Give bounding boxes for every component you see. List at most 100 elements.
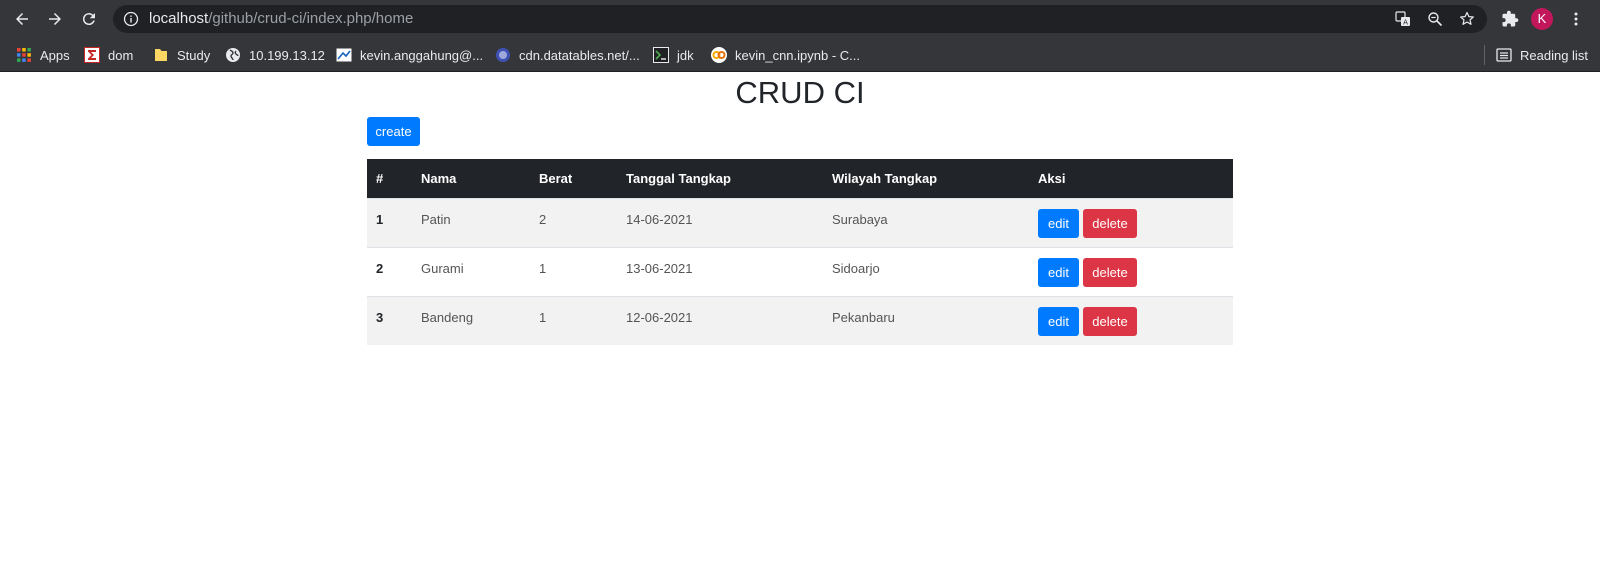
nama-value: Patin bbox=[421, 211, 451, 227]
actions-cell: edit delete bbox=[1029, 197, 1233, 247]
reload-button[interactable] bbox=[75, 5, 103, 33]
berat-value: 1 bbox=[539, 260, 547, 276]
terminal-icon bbox=[653, 47, 669, 63]
svg-text:A: A bbox=[1403, 19, 1408, 27]
bookmark-label: kevin.anggahung@... bbox=[360, 47, 484, 63]
table-row: 3 Bandeng 1 12-06-2021 Pekanbaru edit de… bbox=[367, 295, 1233, 345]
bookmarks-bar: Apps dom Study 10.199.13.12 kevin.anggah… bbox=[0, 38, 1600, 72]
row-number: 2 bbox=[376, 260, 384, 276]
globe-icon bbox=[226, 48, 240, 62]
row-number-cell: 3 bbox=[367, 295, 412, 345]
bookmark-datatables[interactable]: cdn.datatables.net/... bbox=[495, 44, 640, 66]
column-header-number: # bbox=[367, 159, 412, 198]
bookmark-mail[interactable]: kevin.anggahung@... bbox=[336, 44, 483, 66]
bookmark-label: Apps bbox=[40, 47, 70, 63]
tanggal-value: 13-06-2021 bbox=[626, 260, 693, 276]
table-row: 1 Patin 2 14-06-2021 Surabaya edit delet… bbox=[367, 197, 1233, 247]
menu-button[interactable] bbox=[1564, 7, 1588, 31]
nama-value: Gurami bbox=[421, 260, 464, 276]
bookmark-apps[interactable]: Apps bbox=[16, 44, 70, 66]
tanggal-value: 12-06-2021 bbox=[626, 309, 693, 325]
wilayah-cell: Pekanbaru bbox=[823, 295, 1029, 345]
zoom-icon[interactable] bbox=[1427, 11, 1443, 27]
column-header-wilayah-tangkap: Wilayah Tangkap bbox=[823, 159, 1029, 198]
actions-cell: edit delete bbox=[1029, 246, 1233, 296]
berat-value: 1 bbox=[539, 309, 547, 325]
berat-value: 2 bbox=[539, 211, 547, 227]
row-number: 3 bbox=[376, 309, 384, 325]
bookmark-label: kevin_cnn.ipynb - C... bbox=[735, 47, 861, 63]
data-table: # Nama Berat Tanggal Tangkap Wilayah Tan… bbox=[367, 159, 1233, 345]
url-host: localhost bbox=[149, 10, 209, 27]
tanggal-cell: 14-06-2021 bbox=[617, 197, 823, 247]
apps-grid-icon bbox=[17, 48, 31, 62]
table-header-row: # Nama Berat Tanggal Tangkap Wilayah Tan… bbox=[367, 159, 1233, 198]
bookmark-dom[interactable]: dom bbox=[84, 44, 133, 66]
bookmark-study[interactable]: Study bbox=[153, 44, 210, 66]
berat-cell: 1 bbox=[530, 295, 617, 345]
datatables-icon bbox=[496, 48, 510, 62]
edit-button[interactable]: edit bbox=[1038, 306, 1079, 336]
nama-value: Bandeng bbox=[421, 309, 474, 325]
wilayah-value: Surabaya bbox=[832, 211, 888, 227]
column-header-tanggal-tangkap: Tanggal Tangkap bbox=[617, 159, 823, 198]
bookmark-label: cdn.datatables.net/... bbox=[519, 47, 640, 63]
wilayah-cell: Surabaya bbox=[823, 197, 1029, 247]
table-row: 2 Gurami 1 13-06-2021 Sidoarjo edit dele… bbox=[367, 246, 1233, 296]
reload-icon bbox=[82, 13, 95, 26]
delete-button[interactable]: delete bbox=[1083, 257, 1137, 287]
sigma-icon bbox=[84, 47, 100, 63]
colab-icon bbox=[711, 47, 727, 63]
edit-button[interactable]: edit bbox=[1038, 208, 1079, 238]
reading-list-button[interactable]: Reading list bbox=[1496, 44, 1588, 66]
reading-list-icon bbox=[1496, 48, 1512, 62]
browser-toolbar: localhost/github/crud-ci/index.php/home … bbox=[0, 0, 1600, 38]
bookmark-label: dom bbox=[108, 47, 134, 63]
column-header-nama: Nama bbox=[412, 159, 530, 198]
bookmarks-divider bbox=[1484, 45, 1485, 65]
row-number-cell: 1 bbox=[367, 197, 412, 247]
more-vert-icon bbox=[1574, 12, 1578, 26]
bookmark-label: jdk bbox=[677, 47, 694, 63]
row-number: 1 bbox=[376, 211, 384, 227]
forward-button[interactable] bbox=[41, 5, 69, 33]
bookmark-ip[interactable]: 10.199.13.12 bbox=[225, 44, 325, 66]
arrow-right-icon bbox=[49, 13, 61, 25]
delete-button[interactable]: delete bbox=[1083, 306, 1137, 336]
berat-cell: 1 bbox=[530, 246, 617, 296]
tanggal-cell: 13-06-2021 bbox=[617, 246, 823, 296]
reading-list-label: Reading list bbox=[1520, 47, 1588, 63]
back-button[interactable] bbox=[8, 5, 36, 33]
column-header-aksi: Aksi bbox=[1029, 159, 1233, 198]
arrow-left-icon bbox=[16, 13, 28, 25]
wilayah-cell: Sidoarjo bbox=[823, 246, 1029, 296]
wilayah-value: Sidoarjo bbox=[832, 260, 880, 276]
url-text[interactable]: localhost/github/crud-ci/index.php/home bbox=[149, 10, 413, 28]
nama-cell: Patin bbox=[412, 197, 530, 247]
translate-icon[interactable]: A bbox=[1395, 11, 1411, 27]
browser-chrome: localhost/github/crud-ci/index.php/home … bbox=[0, 0, 1600, 72]
extensions-button[interactable] bbox=[1498, 7, 1522, 31]
profile-avatar[interactable]: K bbox=[1531, 8, 1553, 30]
nama-cell: Gurami bbox=[412, 246, 530, 296]
tanggal-cell: 12-06-2021 bbox=[617, 295, 823, 345]
nama-cell: Bandeng bbox=[412, 295, 530, 345]
column-header-berat: Berat bbox=[530, 159, 617, 198]
wilayah-value: Pekanbaru bbox=[832, 309, 895, 325]
puzzle-icon bbox=[1502, 10, 1519, 27]
mail-icon bbox=[336, 48, 352, 62]
address-bar[interactable]: localhost/github/crud-ci/index.php/home … bbox=[113, 5, 1487, 33]
page-title: CRUD CI bbox=[735, 75, 865, 110]
berat-cell: 2 bbox=[530, 197, 617, 247]
bookmark-label: Study bbox=[177, 47, 211, 63]
bookmark-jdk[interactable]: jdk bbox=[653, 44, 694, 66]
delete-button[interactable]: delete bbox=[1083, 208, 1137, 238]
info-icon[interactable] bbox=[123, 11, 139, 27]
row-number-cell: 2 bbox=[367, 246, 412, 296]
create-button[interactable]: create bbox=[367, 117, 420, 146]
folder-icon bbox=[155, 49, 167, 61]
star-icon[interactable] bbox=[1459, 11, 1475, 27]
actions-cell: edit delete bbox=[1029, 295, 1233, 345]
edit-button[interactable]: edit bbox=[1038, 257, 1079, 287]
bookmark-colab[interactable]: kevin_cnn.ipynb - C... bbox=[711, 44, 860, 66]
